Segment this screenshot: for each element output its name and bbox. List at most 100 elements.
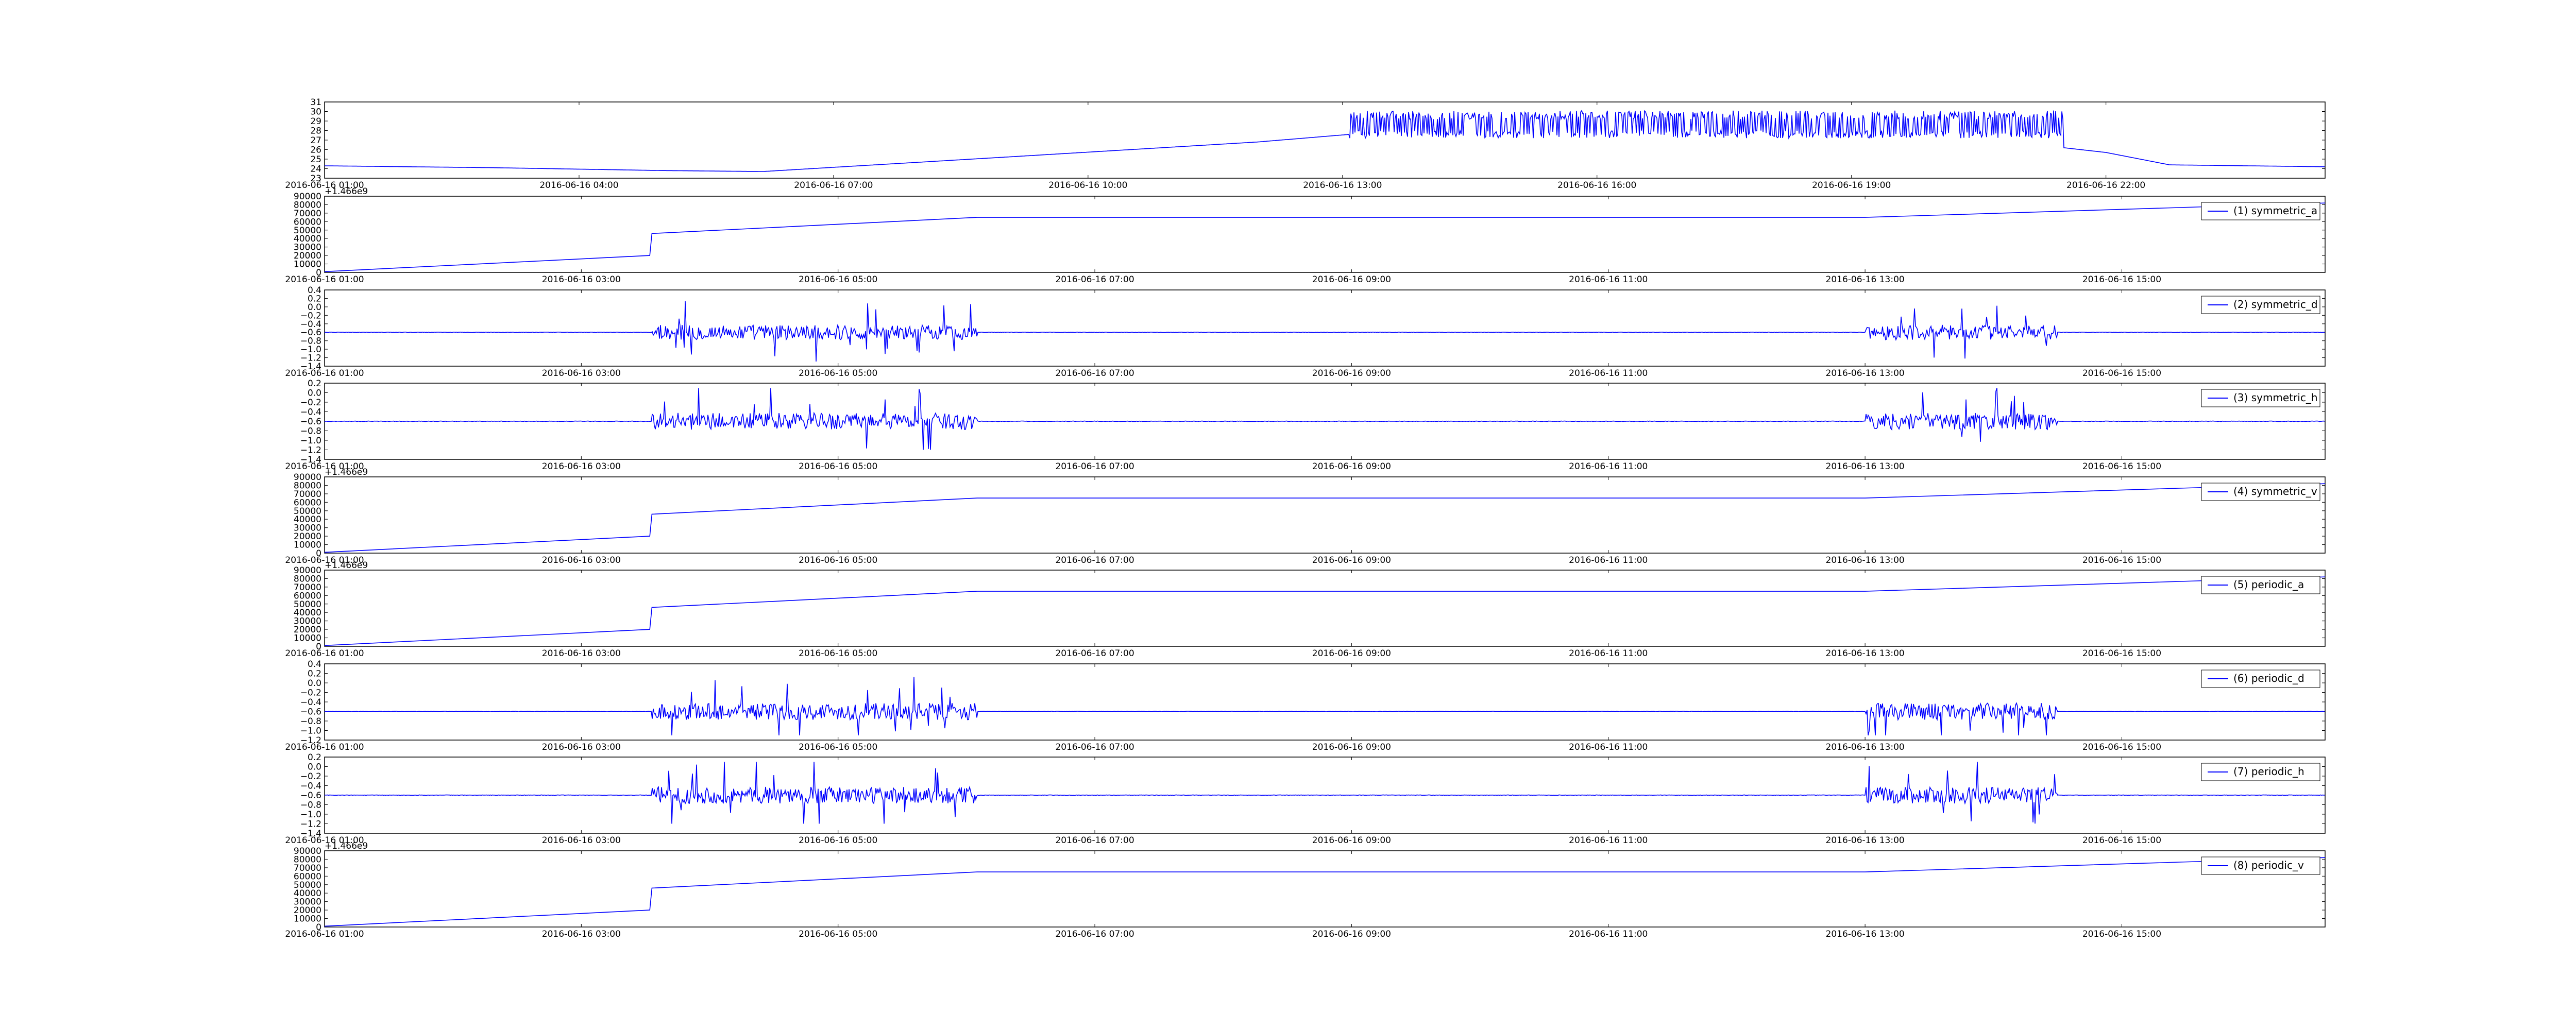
x-tick-label: 2016-06-16 13:00: [1826, 368, 1905, 379]
x-tick-label: 2016-06-16 11:00: [1569, 929, 1648, 939]
x-tick-label: 2016-06-16 11:00: [1569, 648, 1648, 659]
x-tick-label: 2016-06-16 13:00: [1826, 274, 1905, 285]
x-tick-label: 2016-06-16 01:00: [285, 274, 364, 285]
axis-offset-label: +1.466e9: [325, 467, 368, 477]
x-tick-label: 2016-06-16 05:00: [799, 835, 877, 846]
series-line: [324, 483, 2326, 553]
x-tick-label: 2016-06-16 13:00: [1826, 555, 1905, 565]
y-tick-label: 0.0: [308, 678, 321, 689]
subplot-3: −1.4−1.2−1.0−0.8−0.6−0.4−0.20.00.20.4201…: [285, 285, 2326, 379]
x-tick-label: 2016-06-16 15:00: [2082, 648, 2161, 659]
axis-offset-label: +1.466e9: [325, 186, 368, 197]
legend: (4) symmetric_v: [2201, 483, 2320, 501]
figure: 2324252627282930312016-06-16 01:00 2016-0…: [285, 97, 2326, 939]
y-tick-label: 0.2: [308, 669, 321, 679]
x-tick-label: 2016-06-16 13:00: [1826, 742, 1905, 752]
x-tick-label: 2016-06-16 09:00: [1312, 742, 1391, 752]
x-tick-label: 2016-06-16 16:00: [1557, 180, 1636, 191]
y-tick-label: 90000: [294, 846, 321, 856]
y-tick-label: −0.4: [300, 407, 321, 418]
axes-frame: [324, 101, 2326, 179]
x-tick-label: 2016-06-16 07:00: [1055, 555, 1134, 565]
x-tick-label: 2016-06-16 05:00: [799, 555, 877, 565]
axes-frame: [324, 663, 2326, 741]
legend: (1) symmetric_a: [2201, 202, 2320, 220]
y-tick-label: 90000: [294, 472, 321, 483]
y-tick-label: 25: [310, 154, 321, 165]
x-tick-label: 2016-06-16 15:00: [2082, 555, 2161, 565]
series-line: [324, 762, 2325, 824]
x-tick-label: 2016-06-16 05:00: [799, 648, 877, 659]
x-tick-label: 2016-06-16 05:00: [799, 368, 877, 379]
y-tick-label: 27: [310, 135, 321, 146]
y-tick-label: 30: [310, 107, 321, 117]
y-tick-label: −0.6: [300, 707, 321, 717]
y-tick-label: 24: [310, 164, 321, 175]
x-tick-label: 2016-06-16 11:00: [1569, 461, 1648, 472]
x-tick-label: 2016-06-16 01:00: [285, 368, 364, 379]
series-line: [324, 388, 2325, 450]
x-tick-label: 2016-06-16 09:00: [1312, 461, 1391, 472]
subplot-4: −1.4−1.2−1.0−0.8−0.6−0.4−0.20.00.22016-0…: [285, 379, 2326, 472]
legend: (7) periodic_h: [2201, 763, 2320, 781]
y-tick-label: −1.0: [300, 436, 321, 446]
x-tick-label: 2016-06-16 03:00: [542, 368, 621, 379]
series-line: [324, 857, 2326, 927]
x-tick-label: 2016-06-16 11:00: [1569, 555, 1648, 565]
x-tick-label: 2016-06-16 07:00: [1055, 461, 1134, 472]
axes-frame: [324, 850, 2326, 928]
x-tick-label: 2016-06-16 07:00: [1055, 648, 1134, 659]
x-tick-label: 2016-06-16 09:00: [1312, 648, 1391, 659]
subplot-1: 2324252627282930312016-06-16 01:00 2016-0…: [285, 97, 2326, 191]
axes-frame: [324, 570, 2326, 647]
x-tick-label: 2016-06-16 07:00: [1055, 368, 1134, 379]
series-line: [324, 677, 2325, 735]
legend: (5) periodic_a: [2201, 576, 2320, 594]
subplot-6: 0100002000030000400005000060000700008000…: [285, 560, 2326, 659]
y-tick-label: −0.4: [300, 697, 321, 708]
x-tick-label: 2016-06-16 11:00: [1569, 742, 1648, 752]
axis-offset-label: +1.466e9: [325, 841, 368, 851]
subplot-5: 0100002000030000400005000060000700008000…: [285, 467, 2326, 565]
x-tick-label: 2016-06-16 03:00: [542, 274, 621, 285]
x-tick-label: 2016-06-16 11:00: [1569, 274, 1648, 285]
x-tick-label: 2016-06-16 07:00: [1055, 929, 1134, 939]
series-line: [324, 110, 2325, 172]
legend: (3) symmetric_h: [2201, 389, 2320, 407]
x-tick-label: 2016-06-16 13:00: [1826, 835, 1905, 846]
y-tick-label: 31: [310, 97, 321, 108]
legend: (8) periodic_v: [2201, 856, 2320, 875]
x-tick-label: 2016-06-16 01:00: [285, 742, 364, 752]
series-line: [324, 301, 2325, 362]
subplot-9: 0100002000030000400005000060000700008000…: [285, 841, 2326, 939]
y-tick-label: 0.0: [308, 388, 321, 399]
axis-offset-label: +1.466e9: [325, 560, 368, 571]
y-tick-label: 0.2: [308, 379, 321, 389]
series-line: [324, 202, 2326, 272]
x-tick-label: 2016-06-16 11:00: [1569, 368, 1648, 379]
y-tick-label: −0.4: [300, 781, 321, 792]
y-tick-label: −0.8: [300, 426, 321, 437]
x-tick-label: 2016-06-16 07:00: [1055, 742, 1134, 752]
x-tick-label: 2016-06-16 13:00: [1826, 929, 1905, 939]
y-tick-label: 29: [310, 116, 321, 127]
legend-label: (6) periodic_d: [2233, 672, 2304, 684]
x-tick-label: 2016-06-16 05:00: [799, 461, 877, 472]
x-tick-label: 2016-06-16 15:00: [2082, 461, 2161, 472]
legend-label: (8) periodic_v: [2233, 859, 2304, 871]
x-tick-label: 2016-06-16 22:00: [2066, 180, 2145, 191]
x-tick-label: 2016-06-16 03:00: [542, 835, 621, 846]
axes-frame: [324, 476, 2326, 554]
x-tick-label: 2016-06-16 19:00: [1812, 180, 1891, 191]
legend-label: (4) symmetric_v: [2233, 485, 2317, 497]
y-tick-label: 28: [310, 126, 321, 136]
legend-label: (3) symmetric_h: [2233, 391, 2318, 404]
y-tick-label: −1.2: [300, 445, 321, 456]
axes-frame: [324, 196, 2326, 273]
x-tick-label: 2016-06-16 03:00: [542, 648, 621, 659]
y-tick-label: 0.4: [308, 659, 321, 670]
x-tick-label: 2016-06-16 05:00: [799, 742, 877, 752]
legend-label: (5) periodic_a: [2233, 578, 2304, 591]
series-line: [324, 576, 2326, 646]
legend: (6) periodic_d: [2201, 670, 2320, 688]
